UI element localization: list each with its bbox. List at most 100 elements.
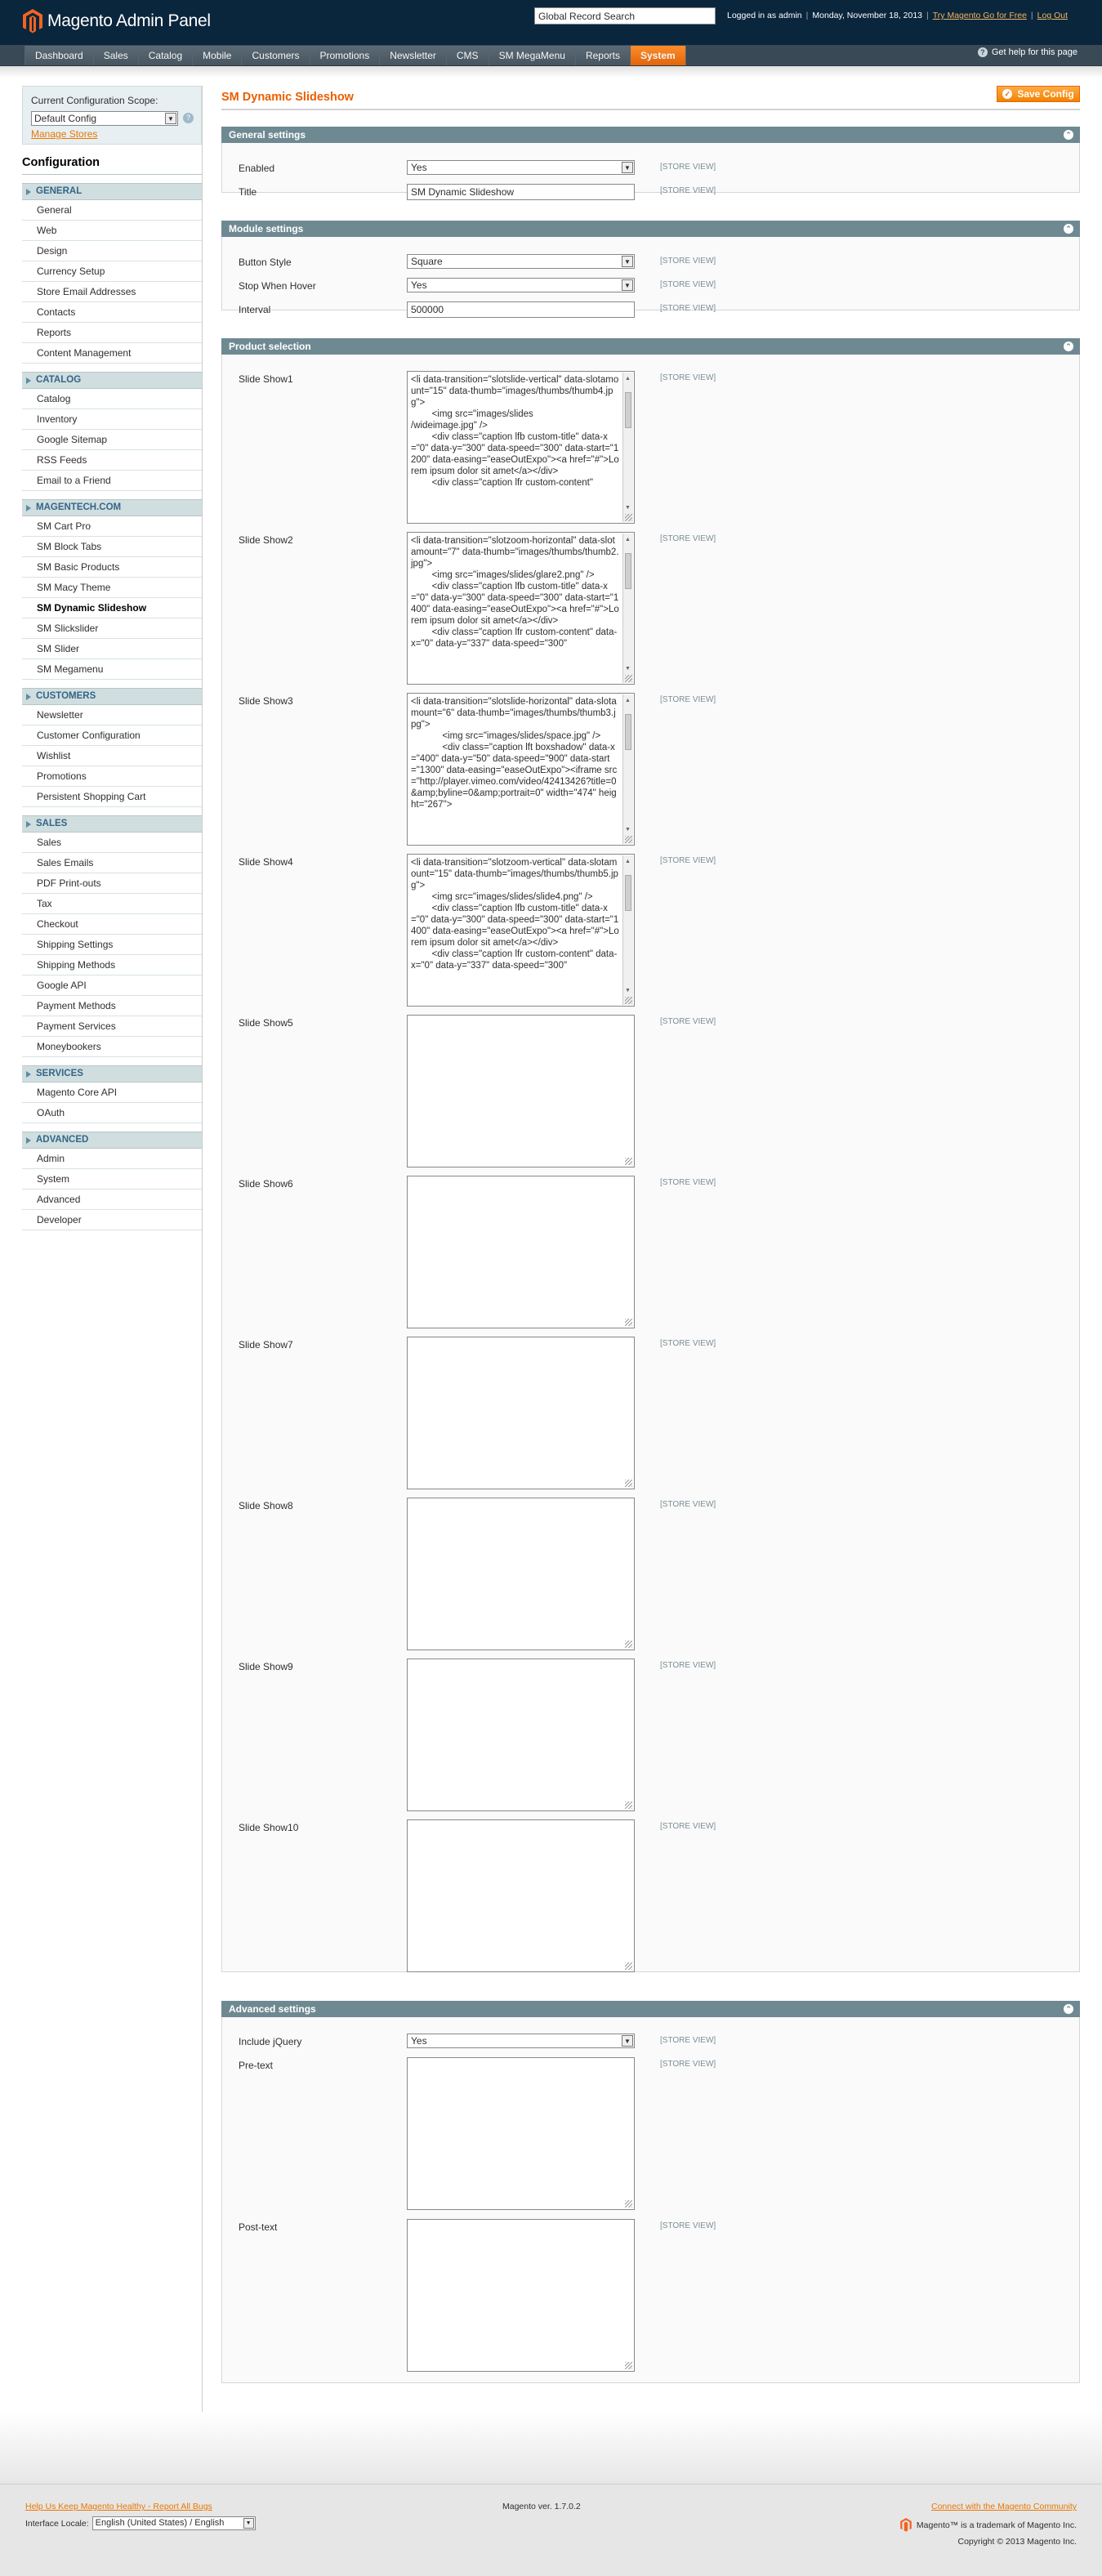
scroll-down-icon[interactable]: ▼ [625,502,631,514]
sidebar-item-pdf-print-outs[interactable]: PDF Print-outs [22,873,202,894]
slide-show-textarea[interactable]: <li data-transition="slotslide-horizonta… [407,693,635,846]
section-header[interactable]: Advanced settings ⌃ [221,2001,1080,2017]
nav-customers[interactable]: Customers [242,46,310,65]
sidebar-item-contacts[interactable]: Contacts [22,302,202,323]
slide-show-textarea[interactable] [407,1176,635,1328]
save-config-button[interactable]: ✓ Save Config [997,86,1080,102]
sidebar-item-web[interactable]: Web [22,221,202,241]
sidebar-item-moneybookers[interactable]: Moneybookers [22,1037,202,1057]
scroll-down-icon[interactable]: ▼ [625,663,631,675]
section-header[interactable]: Product selection ⌃ [221,338,1080,355]
logo[interactable]: Magento Admin Panel [23,9,211,33]
sidebar-item-advanced[interactable]: Advanced [22,1190,202,1210]
scrollbar[interactable]: ▲ ▼ [622,534,633,683]
slide-show-textarea[interactable] [407,1015,635,1167]
slide-show-textarea[interactable] [407,1498,635,1650]
nav-mobile[interactable]: Mobile [193,46,243,65]
scroll-up-icon[interactable]: ▲ [625,856,631,868]
nav-system[interactable]: System [630,46,686,65]
nav-reports[interactable]: Reports [575,46,631,65]
resize-grip-icon[interactable] [625,1641,632,1648]
sidebar-item-payment-services[interactable]: Payment Services [22,1016,202,1037]
sidebar-item-reports[interactable]: Reports [22,323,202,343]
resize-grip-icon[interactable] [625,675,632,682]
logout-link[interactable]: Log Out [1037,11,1068,20]
sidebar-item-system[interactable]: System [22,1169,202,1190]
nav-cms[interactable]: CMS [446,46,489,65]
include-jquery-select[interactable]: Yes ▼ [407,2034,635,2048]
sidebar-item-inventory[interactable]: Inventory [22,409,202,430]
sidebar-item-sales[interactable]: Sales [22,833,202,853]
resize-grip-icon[interactable] [625,1319,632,1326]
resize-grip-icon[interactable] [625,1480,632,1487]
scroll-down-icon[interactable]: ▼ [625,985,631,997]
sidebar-item-oauth[interactable]: OAuth [22,1103,202,1123]
resize-grip-icon[interactable] [625,1962,632,1970]
sidebar-item-catalog[interactable]: Catalog [22,389,202,409]
sidebar-item-store-email-addresses[interactable]: Store Email Addresses [22,282,202,302]
sidebar-group-header[interactable]: CUSTOMERS [22,688,202,705]
slide-show-textarea[interactable] [407,1659,635,1811]
nav-catalog[interactable]: Catalog [138,46,194,65]
nav-sales[interactable]: Sales [93,46,139,65]
scroll-thumb[interactable] [625,875,631,911]
sidebar-item-admin[interactable]: Admin [22,1149,202,1169]
sidebar-item-shipping-settings[interactable]: Shipping Settings [22,935,202,955]
scroll-thumb[interactable] [625,714,631,750]
scrollbar[interactable]: ▲ ▼ [622,373,633,522]
help-link[interactable]: ? Get help for this page [977,47,1077,57]
slide-show-textarea[interactable]: <li data-transition="slotzoom-vertical" … [407,854,635,1007]
scroll-up-icon[interactable]: ▲ [625,695,631,707]
pre-text-textarea[interactable] [407,2057,635,2210]
scroll-up-icon[interactable]: ▲ [625,534,631,546]
slide-show-textarea[interactable] [407,1337,635,1489]
resize-grip-icon[interactable] [625,1801,632,1809]
sidebar-item-email-to-a-friend[interactable]: Email to a Friend [22,471,202,491]
sidebar-group-header[interactable]: GENERAL [22,183,202,200]
sidebar-item-sm-dynamic-slideshow[interactable]: SM Dynamic Slideshow [22,598,202,618]
sidebar-item-tax[interactable]: Tax [22,894,202,914]
sidebar-group-header[interactable]: SALES [22,815,202,833]
sidebar-item-customer-configuration[interactable]: Customer Configuration [22,725,202,746]
collapse-icon[interactable]: ⌃ [1064,224,1073,234]
resize-grip-icon[interactable] [625,514,632,521]
resize-grip-icon[interactable] [625,2362,632,2369]
sidebar-item-payment-methods[interactable]: Payment Methods [22,996,202,1016]
sidebar-item-general[interactable]: General [22,200,202,221]
sidebar-group-header[interactable]: SERVICES [22,1065,202,1083]
nav-dashboard[interactable]: Dashboard [25,46,94,65]
report-bugs-link[interactable]: Help Us Keep Magento Healthy - Report Al… [25,2502,212,2511]
locale-select[interactable]: English (United States) / English ▼ [91,2516,256,2530]
stop-hover-select[interactable]: Yes ▼ [407,278,635,292]
global-search-input[interactable] [534,7,716,25]
community-link[interactable]: Connect with the Magento Community [931,2502,1077,2511]
nav-newsletter[interactable]: Newsletter [380,46,447,65]
resize-grip-icon[interactable] [625,2200,632,2208]
scroll-thumb[interactable] [625,553,631,589]
sidebar-item-rss-feeds[interactable]: RSS Feeds [22,450,202,471]
sidebar-group-header[interactable]: MAGENTECH.COM [22,499,202,516]
sidebar-item-sm-macy-theme[interactable]: SM Macy Theme [22,578,202,598]
section-header[interactable]: General settings ⌃ [221,127,1080,143]
sidebar-group-header[interactable]: CATALOG [22,372,202,389]
scroll-down-icon[interactable]: ▼ [625,824,631,836]
sidebar-item-wishlist[interactable]: Wishlist [22,746,202,766]
sidebar-item-magento-core-api[interactable]: Magento Core API [22,1083,202,1103]
scrollbar[interactable]: ▲ ▼ [622,855,633,1005]
scroll-up-icon[interactable]: ▲ [625,373,631,385]
help-icon[interactable]: ? [183,113,194,123]
resize-grip-icon[interactable] [625,1158,632,1165]
sidebar-item-sm-megamenu[interactable]: SM Megamenu [22,659,202,680]
sidebar-item-checkout[interactable]: Checkout [22,914,202,935]
resize-grip-icon[interactable] [625,997,632,1004]
sidebar-item-newsletter[interactable]: Newsletter [22,705,202,725]
try-magento-link[interactable]: Try Magento Go for Free [933,11,1027,20]
manage-stores-link[interactable]: Manage Stores [31,128,97,140]
section-header[interactable]: Module settings ⌃ [221,221,1080,237]
sidebar-group-header[interactable]: ADVANCED [22,1132,202,1149]
button-style-select[interactable]: Square ▼ [407,254,635,269]
nav-promotions[interactable]: Promotions [310,46,381,65]
sidebar-item-currency-setup[interactable]: Currency Setup [22,261,202,282]
sidebar-item-sales-emails[interactable]: Sales Emails [22,853,202,873]
slide-show-textarea[interactable] [407,1819,635,1972]
